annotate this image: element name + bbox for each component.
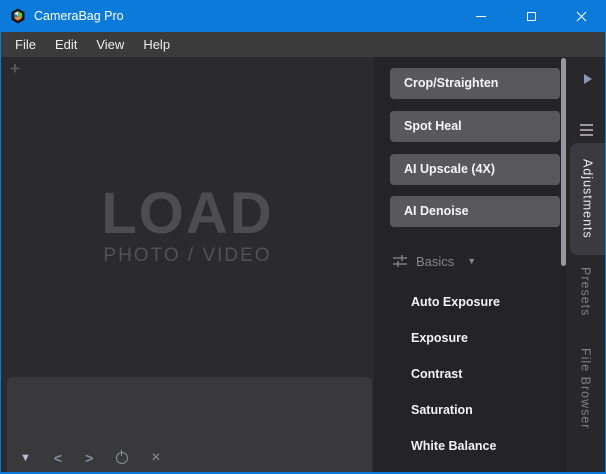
tab-file-browser-label: File Browser	[579, 348, 593, 429]
remove-icon[interactable]: ×	[151, 452, 160, 464]
content-area: + LOAD PHOTO / VIDEO ▼ < > × Crop/Straig…	[1, 57, 605, 472]
load-title: LOAD	[1, 185, 374, 243]
titlebar[interactable]: CameraBag Pro	[0, 0, 606, 32]
close-icon	[576, 11, 587, 22]
collapse-tray-icon[interactable]: ▼	[20, 452, 31, 464]
panel-menu-icon[interactable]	[580, 124, 593, 139]
tab-presets[interactable]: Presets	[566, 270, 605, 314]
tab-adjustments-label: Adjustments	[581, 159, 595, 239]
load-placeholder[interactable]: LOAD PHOTO / VIDEO	[1, 185, 374, 267]
collapse-panel-icon[interactable]	[584, 74, 592, 84]
power-icon[interactable]	[116, 452, 128, 464]
tab-adjustments[interactable]: Adjustments	[570, 143, 605, 255]
minimize-button[interactable]	[456, 0, 506, 32]
spot-heal-button[interactable]: Spot Heal	[390, 111, 560, 142]
maximize-button[interactable]	[506, 0, 556, 32]
filmstrip-toolbar: ▼ < > ×	[20, 450, 184, 466]
menu-bar-line	[580, 134, 593, 136]
tab-file-browser[interactable]: File Browser	[566, 346, 605, 432]
menu-edit[interactable]: Edit	[55, 37, 77, 52]
menu-bar-line	[580, 124, 593, 126]
photo-canvas[interactable]: + LOAD PHOTO / VIDEO ▼ < > ×	[1, 57, 374, 472]
menu-view[interactable]: View	[96, 37, 124, 52]
menu-help[interactable]: Help	[143, 37, 170, 52]
next-icon[interactable]: >	[85, 450, 93, 466]
window-controls	[456, 0, 606, 32]
basics-section-header[interactable]: Basics ▼	[392, 253, 476, 269]
app-logo-icon[interactable]	[10, 8, 26, 24]
menubar: File Edit View Help	[1, 32, 605, 57]
crop-straighten-button[interactable]: Crop/Straighten	[390, 68, 560, 99]
sliders-icon	[392, 253, 408, 269]
app-window: CameraBag Pro File Edit View Help + LOAD…	[0, 0, 606, 474]
adjustment-white-balance[interactable]: White Balance	[411, 438, 496, 454]
adjustment-contrast[interactable]: Contrast	[411, 366, 462, 382]
tools-panel: Crop/Straighten Spot Heal AI Upscale (4X…	[374, 57, 567, 472]
maximize-icon	[527, 12, 536, 21]
chevron-down-icon[interactable]: ▼	[467, 256, 476, 266]
load-subtitle: PHOTO / VIDEO	[1, 245, 374, 267]
add-icon[interactable]: +	[10, 59, 20, 79]
basics-section-label: Basics	[416, 254, 454, 269]
adjustment-exposure[interactable]: Exposure	[411, 330, 468, 346]
menu-bar-line	[580, 129, 593, 131]
adjustment-auto-exposure[interactable]: Auto Exposure	[411, 294, 500, 310]
adjustment-saturation[interactable]: Saturation	[411, 402, 473, 418]
previous-icon[interactable]: <	[54, 450, 62, 466]
window-title: CameraBag Pro	[34, 0, 124, 32]
menu-file[interactable]: File	[15, 37, 36, 52]
minimize-icon	[476, 16, 486, 17]
tab-presets-label: Presets	[579, 267, 593, 316]
filmstrip-tray: ▼ < > ×	[7, 377, 372, 472]
close-button[interactable]	[556, 0, 606, 32]
ai-denoise-button[interactable]: AI Denoise	[390, 196, 560, 227]
side-tab-strip: Adjustments Presets File Browser	[566, 57, 605, 472]
ai-upscale-button[interactable]: AI Upscale (4X)	[390, 154, 560, 185]
